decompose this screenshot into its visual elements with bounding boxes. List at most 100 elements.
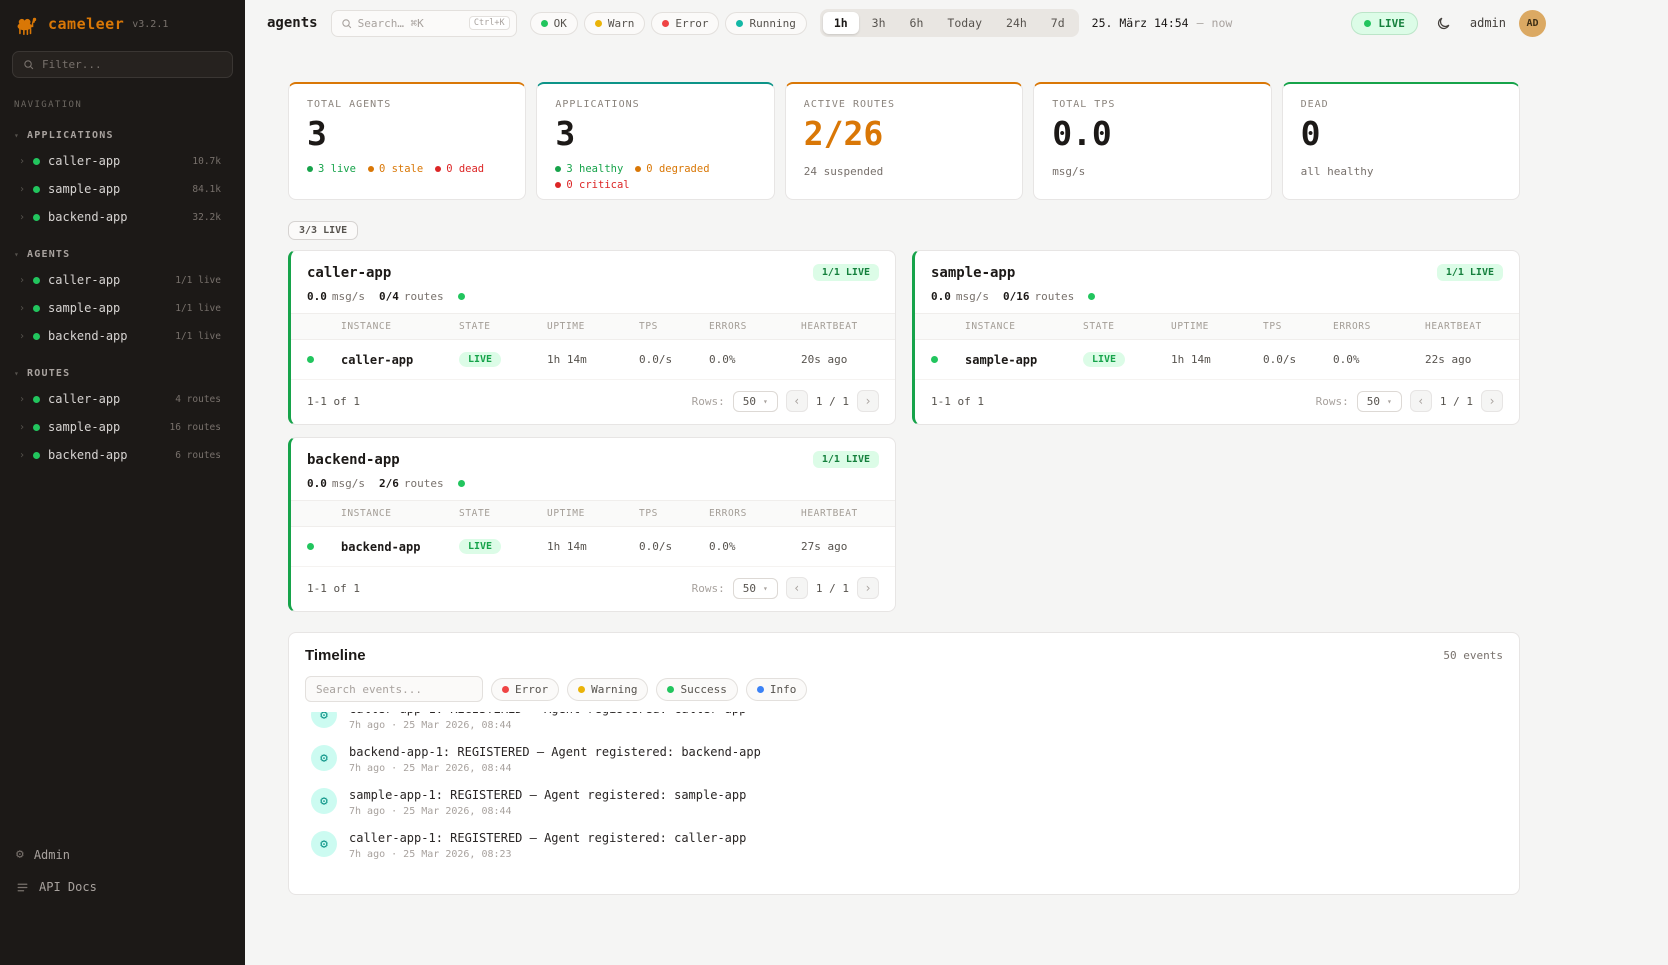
sidebar-item-routes-sample-app[interactable]: › sample-app 16 routes xyxy=(0,413,245,441)
sidebar-item-applications-sample-app[interactable]: › sample-app 84.1k xyxy=(0,175,245,203)
section-header-agents[interactable]: ▾ AGENTS xyxy=(0,245,245,266)
timeline-event[interactable]: ⚙ sample-app-1: REGISTERED — Agent regis… xyxy=(305,781,1503,824)
item-badge: 6 routes xyxy=(175,450,221,461)
filter-ok-pill[interactable]: OK xyxy=(530,12,578,35)
time-range-6h[interactable]: 6h xyxy=(899,12,935,34)
search-icon xyxy=(341,18,352,29)
sidebar-item-applications-backend-app[interactable]: › backend-app 32.2k xyxy=(0,203,245,231)
item-badge: 10.7k xyxy=(192,156,221,167)
next-page-button[interactable]: › xyxy=(857,577,879,599)
section-label: APPLICATIONS xyxy=(27,130,114,141)
chevron-down-icon: ▾ xyxy=(1387,397,1392,406)
warning-dot xyxy=(578,686,585,693)
live-status-badge[interactable]: LIVE xyxy=(1351,12,1418,35)
navigation-label: NAVIGATION xyxy=(0,80,245,112)
section-label: AGENTS xyxy=(27,249,70,260)
table-header: INSTANCESTATE UPTIMETPS ERRORSHEARTBEAT xyxy=(915,313,1519,340)
app-panel-backend-app: backend-app 1/1 LIVE 0.0msg/s 2/6routes … xyxy=(288,437,896,612)
stat-meta-stale: 0 stale xyxy=(368,163,423,175)
next-page-button[interactable]: › xyxy=(1481,390,1503,412)
sidebar-section-agents: ▾ AGENTS › caller-app 1/1 live › sample-… xyxy=(0,245,245,350)
status-dot xyxy=(307,543,314,550)
dark-mode-toggle[interactable] xyxy=(1431,10,1457,36)
rows-per-page-select[interactable]: 50▾ xyxy=(733,578,778,599)
live-dot xyxy=(1364,20,1371,27)
timeline-events-scroll[interactable]: ⚙ caller-app-1: REGISTERED — Agent regis… xyxy=(305,712,1503,888)
stat-label: TOTAL AGENTS xyxy=(307,99,507,110)
next-page-button[interactable]: › xyxy=(857,390,879,412)
row-count: 1-1 of 1 xyxy=(307,582,360,595)
timeline-filter-warning-pill[interactable]: Warning xyxy=(567,678,648,701)
state-badge: LIVE xyxy=(1083,352,1125,367)
filter-error-pill[interactable]: Error xyxy=(651,12,719,35)
app-panel-caller-app: caller-app 1/1 LIVE 0.0msg/s 0/4routes I… xyxy=(288,250,896,425)
timeline-filter-success-pill[interactable]: Success xyxy=(656,678,737,701)
table-row[interactable]: caller-app LIVE 1h 14m 0.0/s 0.0% 20s ag… xyxy=(291,340,895,380)
section-header-applications[interactable]: ▾ APPLICATIONS xyxy=(0,126,245,147)
app-name: cameleer xyxy=(48,15,124,33)
topbar: agents Ctrl+K OK Warn Error xyxy=(245,0,1668,46)
sidebar-footer: ⚙ Admin API Docs xyxy=(0,838,245,965)
panel-live-badge: 1/1 LIVE xyxy=(813,451,879,468)
time-range-today[interactable]: Today xyxy=(936,12,993,34)
chevron-right-icon: › xyxy=(19,275,25,286)
prev-page-button[interactable]: ‹ xyxy=(786,390,808,412)
sidebar-item-agents-caller-app[interactable]: › caller-app 1/1 live xyxy=(0,266,245,294)
table-row[interactable]: sample-app LIVE 1h 14m 0.0/s 0.0% 22s ag… xyxy=(915,340,1519,380)
sidebar-item-routes-backend-app[interactable]: › backend-app 6 routes xyxy=(0,441,245,469)
time-range-7d[interactable]: 7d xyxy=(1040,12,1076,34)
sidebar-item-agents-sample-app[interactable]: › sample-app 1/1 live xyxy=(0,294,245,322)
stat-card-total-tps: TOTAL TPS 0.0 msg/s xyxy=(1033,82,1271,200)
camel-logo-icon xyxy=(14,13,40,35)
prev-page-button[interactable]: ‹ xyxy=(786,577,808,599)
range-start: 25. März 14:54 xyxy=(1092,16,1189,30)
sidebar: cameleer v3.2.1 NAVIGATION ▾ APPLICATION… xyxy=(0,0,245,965)
sidebar-item-applications-caller-app[interactable]: › caller-app 10.7k xyxy=(0,147,245,175)
item-badge: 16 routes xyxy=(170,422,221,433)
panel-live-badge: 1/1 LIVE xyxy=(1437,264,1503,281)
time-range-24h[interactable]: 24h xyxy=(995,12,1038,34)
section-header-routes[interactable]: ▾ ROUTES xyxy=(0,364,245,385)
sidebar-item-agents-backend-app[interactable]: › backend-app 1/1 live xyxy=(0,322,245,350)
sparkline-dot xyxy=(458,480,465,487)
rows-per-page-select[interactable]: 50▾ xyxy=(1357,391,1402,412)
page-indicator: 1 / 1 xyxy=(816,582,849,595)
chevron-down-icon: ▾ xyxy=(763,397,768,406)
table-row[interactable]: backend-app LIVE 1h 14m 0.0/s 0.0% 27s a… xyxy=(291,527,895,567)
chevron-right-icon: › xyxy=(19,331,25,342)
status-dot xyxy=(307,356,314,363)
filter-warn-pill[interactable]: Warn xyxy=(584,12,646,35)
stat-label: APPLICATIONS xyxy=(555,99,755,110)
time-range-3h[interactable]: 3h xyxy=(861,12,897,34)
sidebar-item-api-docs[interactable]: API Docs xyxy=(14,871,231,903)
global-search[interactable]: Ctrl+K xyxy=(331,10,517,37)
rows-per-page-select[interactable]: 50▾ xyxy=(733,391,778,412)
sidebar-filter[interactable] xyxy=(12,51,233,78)
status-dot xyxy=(33,277,40,284)
search-icon xyxy=(23,59,34,70)
app-version: v3.2.1 xyxy=(132,19,168,30)
timeline-event[interactable]: ⚙ backend-app-1: REGISTERED — Agent regi… xyxy=(305,738,1503,781)
timeline-filter-info-pill[interactable]: Info xyxy=(746,678,808,701)
app-panels-grid: caller-app 1/1 LIVE 0.0msg/s 0/4routes I… xyxy=(288,250,1520,612)
main-area: agents Ctrl+K OK Warn Error xyxy=(245,0,1668,965)
gear-icon: ⚙ xyxy=(311,745,337,771)
prev-page-button[interactable]: ‹ xyxy=(1410,390,1432,412)
chevron-right-icon: › xyxy=(19,394,25,405)
status-filter-pills: OK Warn Error Running xyxy=(530,12,807,35)
avatar[interactable]: AD xyxy=(1519,10,1546,37)
timeline-filter-error-pill[interactable]: Error xyxy=(491,678,559,701)
sidebar-item-routes-caller-app[interactable]: › caller-app 4 routes xyxy=(0,385,245,413)
timeline-event[interactable]: ⚙ caller-app-1: REGISTERED — Agent regis… xyxy=(305,824,1503,867)
ok-status-dot xyxy=(541,20,548,27)
filter-running-pill[interactable]: Running xyxy=(725,12,806,35)
sidebar-item-admin[interactable]: ⚙ Admin xyxy=(14,838,231,871)
live-summary-chip: 3/3 LIVE xyxy=(288,221,358,240)
sparkline-dot xyxy=(458,293,465,300)
time-range-1h[interactable]: 1h xyxy=(823,12,859,34)
timeline-search-input[interactable] xyxy=(305,676,483,702)
sidebar-filter-input[interactable] xyxy=(42,58,222,71)
sidebar-section-applications: ▾ APPLICATIONS › caller-app 10.7k › samp… xyxy=(0,126,245,231)
timeline-event[interactable]: ⚙ caller-app-1: REGISTERED — Agent regis… xyxy=(305,712,1503,738)
global-search-input[interactable] xyxy=(358,17,463,30)
